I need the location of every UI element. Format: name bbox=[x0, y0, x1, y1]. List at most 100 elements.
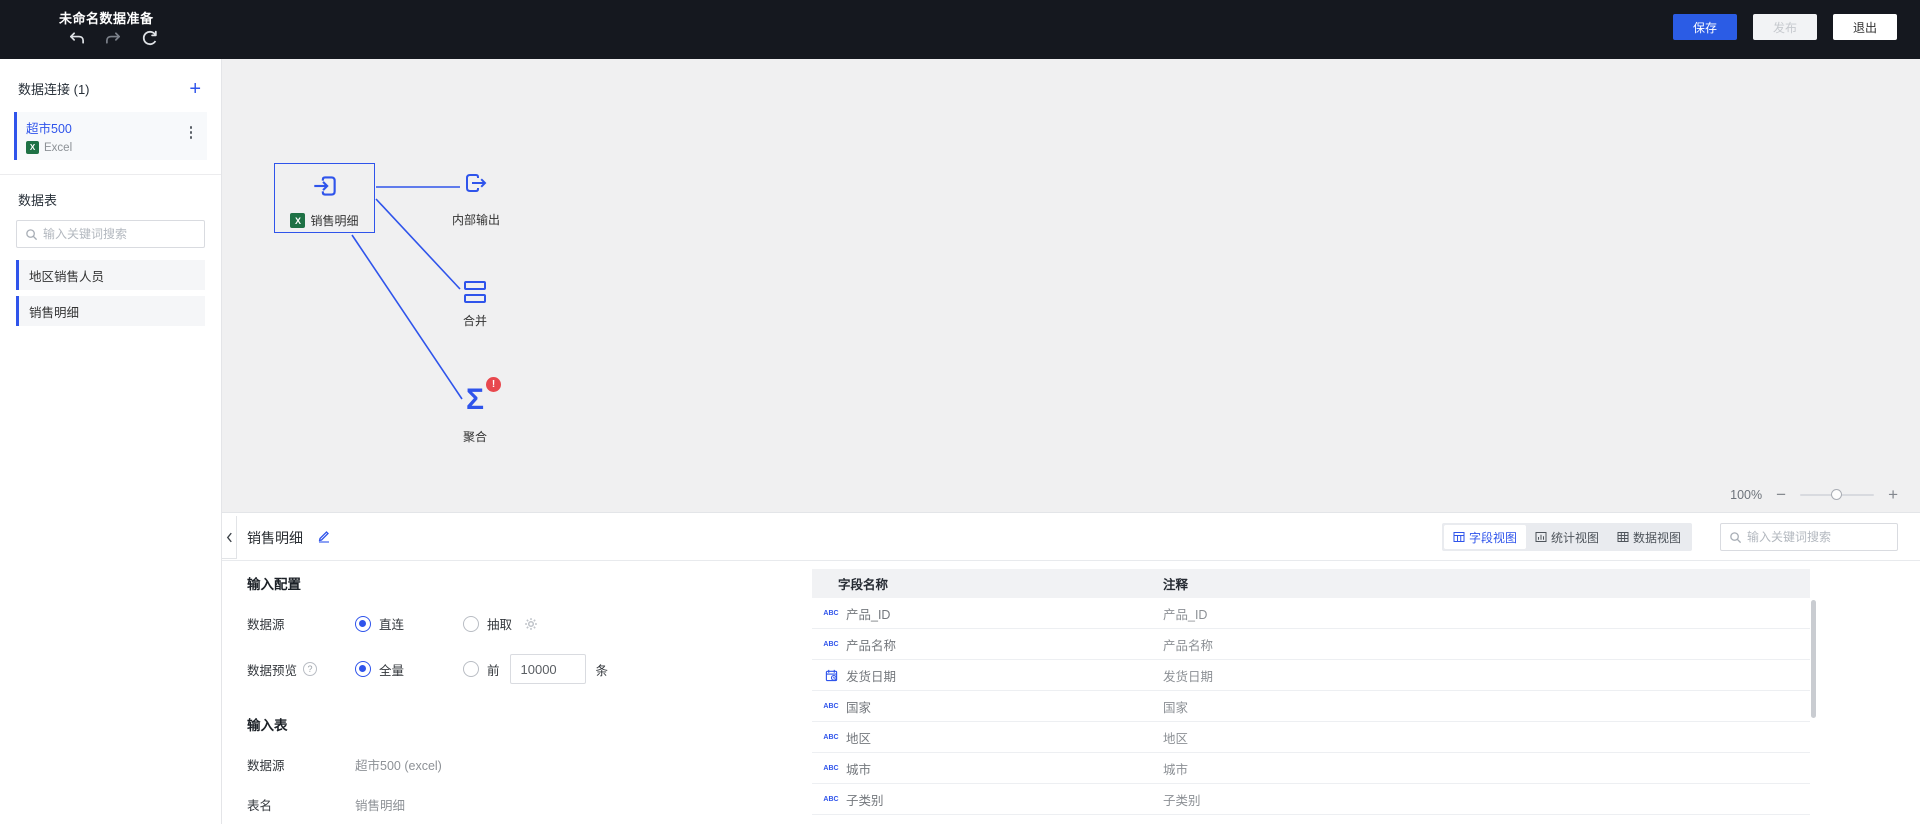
string-type-icon: ABC bbox=[823, 733, 839, 741]
sidebar-table-item[interactable]: 地区销售人员 bbox=[16, 260, 205, 290]
refresh-icon[interactable] bbox=[142, 30, 159, 47]
undo-icon[interactable] bbox=[68, 30, 85, 47]
zoom-bar: 100% − + bbox=[1730, 486, 1898, 503]
string-type-icon: ABC bbox=[823, 609, 839, 617]
radio-full[interactable]: 全量 bbox=[355, 660, 463, 679]
field-row[interactable]: ABC 产品_ID 产品_ID bbox=[812, 598, 1810, 629]
field-name: 子类别 bbox=[846, 793, 884, 808]
zoom-level: 100% bbox=[1730, 488, 1763, 502]
unit-label: 条 bbox=[595, 663, 609, 678]
field-comment: 发货日期 bbox=[1163, 669, 1214, 684]
aggregate-node-label: 聚合 bbox=[462, 430, 487, 444]
zoom-slider-handle[interactable] bbox=[1831, 489, 1843, 500]
fields-table: 字段名称 注释 ABC 产品_ID 产品_ID ABC 产品名称 产品名称 发货… bbox=[812, 569, 1816, 815]
zoom-out-icon[interactable]: − bbox=[1776, 486, 1786, 503]
tab-field-view[interactable]: 字段视图 bbox=[1443, 525, 1526, 549]
panel-title: 销售明细 bbox=[247, 530, 303, 546]
tab-data-view[interactable]: 数据视图 bbox=[1608, 525, 1690, 549]
zoom-in-icon[interactable]: + bbox=[1888, 486, 1898, 503]
excel-icon: X bbox=[290, 213, 306, 228]
section-title: 输入配置 bbox=[247, 577, 301, 592]
flow-canvas[interactable]: X 销售明细 内部输出 合并 Σ ! 聚合 100% − + bbox=[222, 59, 1920, 512]
aggregate-node-icon: Σ bbox=[465, 383, 484, 416]
sidebar-search-input[interactable] bbox=[43, 227, 196, 241]
sidebar-search[interactable] bbox=[16, 220, 205, 248]
zoom-slider[interactable] bbox=[1800, 488, 1875, 502]
sidebar: 数据连接 (1) + 超市500 X Excel 数据表 地区销售人员 销售明细 bbox=[0, 59, 222, 824]
field-comment: 城市 bbox=[1163, 762, 1189, 777]
field-row[interactable]: ABC 子类别 子类别 bbox=[812, 784, 1810, 815]
merge-node[interactable]: 合并 bbox=[433, 281, 517, 329]
page-title: 未命名数据准备 bbox=[59, 11, 154, 26]
excel-icon: X bbox=[26, 141, 39, 154]
field-name: 产品_ID bbox=[846, 607, 891, 622]
detail-panel: 销售明细 字段视图 统计视图 数据视图 输入关键词搜索 输入配置 数据源 直连 … bbox=[222, 512, 1920, 824]
section-title: 输入表 bbox=[247, 718, 288, 733]
output-node-icon bbox=[462, 169, 490, 202]
panel-search[interactable] bbox=[1720, 523, 1898, 551]
string-type-icon: ABC bbox=[823, 640, 839, 648]
date-type-icon bbox=[820, 669, 842, 682]
search-icon bbox=[1730, 531, 1742, 543]
connection-item[interactable]: 超市500 X Excel bbox=[14, 112, 207, 160]
fields-table-header: 字段名称 注释 bbox=[812, 569, 1810, 598]
field-view-icon bbox=[1453, 532, 1465, 542]
field-row[interactable]: ABC 城市 城市 bbox=[812, 753, 1810, 784]
column-header-name: 字段名称 bbox=[838, 578, 889, 592]
more-icon[interactable] bbox=[185, 126, 197, 139]
aggregate-node[interactable]: Σ ! 聚合 bbox=[433, 377, 517, 445]
add-connection-icon[interactable]: + bbox=[189, 79, 201, 99]
field-row[interactable]: ABC 地区 地区 bbox=[812, 722, 1810, 753]
radio-selected-icon[interactable] bbox=[355, 661, 371, 677]
output-node[interactable]: 内部输出 bbox=[434, 169, 518, 228]
help-icon[interactable]: ? bbox=[303, 662, 318, 676]
tab-stats-view[interactable]: 统计视图 bbox=[1526, 525, 1608, 549]
publish-button[interactable]: 发布 bbox=[1753, 14, 1817, 40]
tables-header: 数据表 bbox=[18, 193, 58, 208]
field-name: 发货日期 bbox=[846, 669, 897, 684]
stats-view-icon bbox=[1535, 532, 1547, 542]
connection-type: Excel bbox=[44, 141, 73, 154]
radio-selected-icon[interactable] bbox=[355, 615, 371, 632]
data-view-icon bbox=[1617, 532, 1629, 542]
field-comment: 产品_ID bbox=[1163, 607, 1208, 622]
row-limit-input[interactable] bbox=[509, 654, 586, 684]
radio-unselected-icon[interactable] bbox=[463, 661, 479, 677]
panel-search-input[interactable] bbox=[1747, 530, 1889, 544]
field-row[interactable]: ABC 国家 国家 bbox=[812, 691, 1810, 722]
search-icon bbox=[26, 228, 38, 240]
save-button[interactable]: 保存 bbox=[1673, 14, 1737, 40]
sidebar-table-item[interactable]: 销售明细 bbox=[16, 296, 205, 326]
input-node[interactable]: X 销售明细 bbox=[274, 163, 375, 233]
connection-name: 超市500 bbox=[26, 122, 72, 136]
gear-icon[interactable] bbox=[524, 617, 538, 631]
topbar: 未命名数据准备 保存 发布 退出 bbox=[0, 0, 1920, 59]
preview-label: 数据预览 bbox=[247, 663, 298, 678]
error-badge-icon: ! bbox=[485, 377, 501, 392]
field-comment: 国家 bbox=[1163, 700, 1189, 715]
field-name: 国家 bbox=[846, 700, 872, 715]
connections-header: 数据连接 (1) bbox=[18, 82, 90, 97]
edit-icon[interactable] bbox=[317, 529, 331, 548]
merge-node-icon bbox=[464, 281, 486, 303]
table-datasource-value: 超市500 (excel) bbox=[355, 759, 442, 773]
field-name: 产品名称 bbox=[846, 638, 897, 653]
field-row[interactable]: ABC 产品名称 产品名称 bbox=[812, 629, 1810, 660]
radio-direct[interactable]: 直连 bbox=[355, 614, 463, 633]
redo-icon[interactable] bbox=[105, 30, 122, 47]
field-comment: 产品名称 bbox=[1163, 638, 1214, 653]
output-node-label: 内部输出 bbox=[451, 213, 500, 227]
table-scrollbar[interactable] bbox=[1811, 600, 1816, 718]
radio-front[interactable]: 前 bbox=[463, 660, 500, 679]
view-toggle-group: 字段视图 统计视图 数据视图 bbox=[1441, 523, 1692, 551]
radio-unselected-icon[interactable] bbox=[463, 615, 479, 632]
radio-extract[interactable]: 抽取 bbox=[463, 614, 538, 633]
string-type-icon: ABC bbox=[823, 795, 839, 803]
table-name-value: 销售明细 bbox=[355, 799, 406, 813]
field-name: 地区 bbox=[846, 731, 872, 746]
field-comment: 子类别 bbox=[1163, 793, 1201, 808]
merge-node-label: 合并 bbox=[462, 314, 487, 328]
field-row[interactable]: 发货日期 发货日期 bbox=[812, 660, 1810, 691]
exit-button[interactable]: 退出 bbox=[1833, 14, 1897, 40]
string-type-icon: ABC bbox=[823, 702, 839, 710]
